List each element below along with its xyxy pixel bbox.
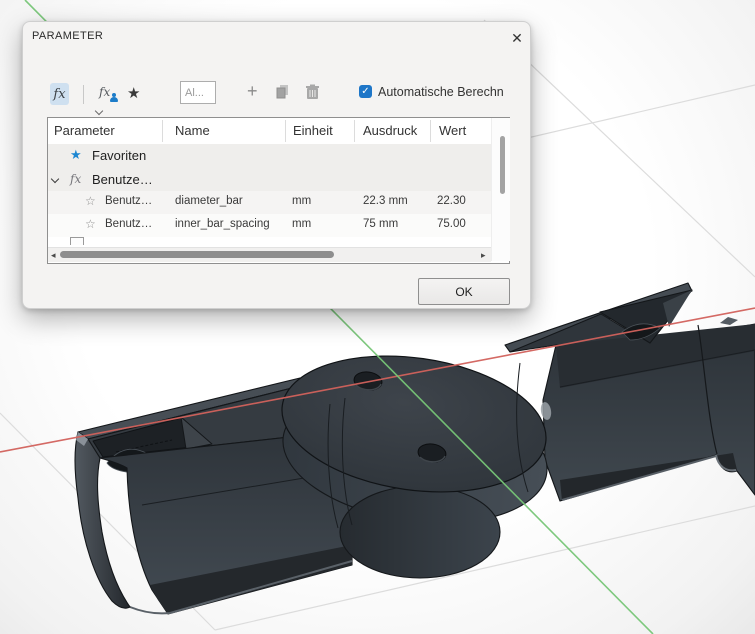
- ground-line: [493, 85, 755, 146]
- filter-input[interactable]: [180, 81, 216, 104]
- star-icon: ★: [127, 85, 140, 102]
- vertical-scrollbar-thumb[interactable]: [500, 136, 505, 194]
- column-header-wert[interactable]: Wert: [439, 123, 466, 138]
- row-category: Benutz…: [105, 195, 152, 207]
- horizontal-scrollbar[interactable]: ◂ ▸: [48, 247, 491, 262]
- copy-parameter-button[interactable]: [275, 84, 291, 100]
- scroll-left-arrow-icon[interactable]: ◂: [51, 250, 56, 261]
- chevron-down-icon[interactable]: [52, 176, 59, 183]
- table-header-row: Parameter Name Einheit Ausdruck Wert: [48, 118, 491, 145]
- row-expression[interactable]: 75 mm: [363, 218, 398, 230]
- parameter-table: Parameter Name Einheit Ausdruck Wert ★ F…: [47, 117, 510, 264]
- row-value: 75.00: [437, 218, 466, 230]
- delete-parameter-button[interactable]: [305, 84, 320, 100]
- close-button[interactable]: ✕: [506, 27, 528, 49]
- dialog-title: PARAMETER: [32, 30, 103, 42]
- scroll-right-arrow-icon[interactable]: ▸: [481, 250, 486, 261]
- parameter-dialog: PARAMETER ✕ fx fx ★ +: [22, 21, 531, 309]
- column-header-ausdruck[interactable]: Ausdruck: [363, 123, 417, 138]
- column-header-name[interactable]: Name: [175, 123, 210, 138]
- row-category: Benutz…: [105, 218, 152, 230]
- user-parameter-button[interactable]: fx: [99, 83, 121, 105]
- close-icon: ✕: [511, 30, 523, 47]
- row-unit: mm: [292, 195, 311, 207]
- toolbar-separator: [83, 85, 84, 104]
- row-expression[interactable]: 22.3 mm: [363, 195, 408, 207]
- horizontal-scrollbar-thumb[interactable]: [60, 251, 334, 258]
- parameter-row-inner-bar-spacing[interactable]: ☆ Benutz… inner_bar_spacing mm 75 mm 75.…: [48, 214, 491, 237]
- column-divider: [430, 120, 431, 142]
- user-icon: [109, 93, 118, 102]
- row-name: inner_bar_spacing: [175, 218, 270, 230]
- add-parameter-button[interactable]: +: [247, 81, 258, 102]
- plus-icon: +: [247, 81, 258, 101]
- fx-icon: fx: [70, 172, 81, 186]
- column-header-parameter[interactable]: Parameter: [54, 123, 115, 138]
- column-divider: [285, 120, 286, 142]
- favorites-filter-button[interactable]: ★: [127, 84, 140, 102]
- ok-button[interactable]: OK: [418, 278, 510, 305]
- column-divider: [354, 120, 355, 142]
- favorite-toggle-star-icon[interactable]: ☆: [85, 194, 96, 208]
- row-name: diameter_bar: [175, 195, 243, 207]
- checkmark-icon: ✓: [361, 86, 369, 97]
- vertical-scrollbar[interactable]: [491, 118, 510, 261]
- application-window: PARAMETER ✕ fx fx ★ +: [0, 0, 755, 634]
- chevron-down-icon: [95, 108, 104, 115]
- show-all-parameters-button[interactable]: fx: [50, 83, 69, 105]
- auto-compute-label: Automatische Berechn: [378, 85, 504, 99]
- favorite-star-icon: ★: [70, 147, 82, 163]
- copy-icon: [275, 84, 291, 100]
- user-parameters-group-row[interactable]: fx Benutze…: [48, 168, 491, 191]
- favorite-toggle-star-icon[interactable]: ☆: [85, 217, 96, 231]
- column-header-einheit[interactable]: Einheit: [293, 123, 333, 138]
- auto-compute-checkbox[interactable]: ✓: [359, 85, 372, 98]
- row-value: 22.30: [437, 195, 466, 207]
- favorites-row-label: Favoriten: [92, 148, 146, 163]
- group-row-label: Benutze…: [92, 172, 153, 187]
- partially-visible-row-icon: [70, 237, 84, 245]
- fx-icon: fx: [53, 87, 65, 102]
- 3d-model-connector[interactable]: [75, 283, 755, 614]
- row-unit: mm: [292, 218, 311, 230]
- parameter-row-diameter-bar[interactable]: ☆ Benutz… diameter_bar mm 22.3 mm 22.30: [48, 191, 491, 214]
- ok-button-label: OK: [455, 285, 472, 299]
- trash-icon: [305, 84, 320, 100]
- column-divider: [162, 120, 163, 142]
- favorites-row[interactable]: ★ Favoriten: [48, 144, 491, 168]
